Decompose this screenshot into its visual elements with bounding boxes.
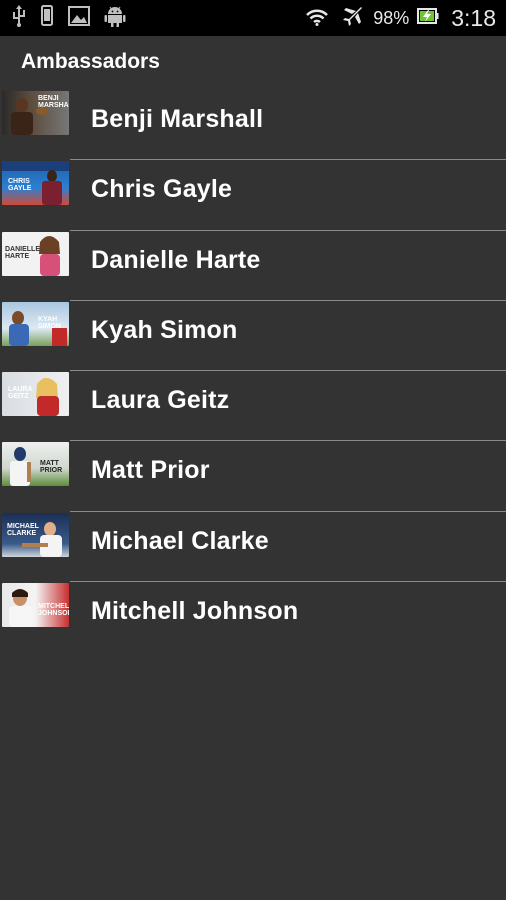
list-item[interactable]: CHRIS GAYLE Chris Gayle [0, 160, 506, 231]
ambassador-thumbnail: BENJI MARSHALL [2, 91, 69, 135]
list-item[interactable]: BENJI MARSHALL Benji Marshall [0, 90, 506, 161]
ambassador-thumbnail: CHRIS GAYLE [2, 161, 69, 206]
system-icons: 98% 3:18 [305, 4, 496, 32]
ambassador-thumbnail: MITCHELL JOHNSON [2, 583, 69, 628]
ambassador-name: Kyah Simon [91, 315, 238, 344]
list-item[interactable]: LAURA GEITZ Laura Geitz [0, 371, 506, 442]
airplane-icon [341, 5, 363, 32]
gallery-icon [68, 5, 90, 31]
battery-percent: 98% [373, 7, 410, 28]
ambassador-thumbnail: LAURA GEITZ [2, 372, 69, 417]
phone-icon [40, 4, 54, 32]
clock: 3:18 [451, 4, 496, 31]
list-item[interactable]: MATT PRIOR Matt Prior [0, 441, 506, 512]
ambassador-name: Mitchell Johnson [91, 597, 299, 626]
notification-icons [12, 4, 140, 32]
list-item[interactable]: KYAH SIMON Kyah Simon [0, 301, 506, 372]
ambassador-name: Benji Marshall [91, 105, 264, 133]
ambassador-thumbnail: MATT PRIOR [2, 442, 69, 487]
ambassador-name: Matt Prior [91, 456, 210, 485]
status-bar: 98% 3:18 [0, 0, 506, 36]
android-icon [104, 5, 126, 32]
usb-icon [12, 4, 26, 32]
list-item[interactable]: MICHAEL CLARKE Michael Clarke [0, 512, 506, 583]
list-item[interactable]: MITCHELL JOHNSON Mitchell Johnson [0, 582, 506, 652]
ambassador-name: Laura Geitz [91, 386, 230, 415]
ambassador-thumbnail: KYAH SIMON [2, 301, 69, 346]
ambassador-thumbnail: DANIELLE HARTE [2, 231, 69, 276]
ambassador-name: Michael Clarke [91, 526, 269, 555]
ambassador-list: BENJI MARSHALL Benji Marshall CHRIS GAYL… [0, 90, 506, 652]
page-title: Ambassadors [21, 50, 160, 73]
page-header: Ambassadors [0, 36, 506, 90]
ambassador-name: Chris Gayle [91, 175, 233, 204]
ambassador-name: Danielle Harte [91, 245, 261, 274]
list-item[interactable]: DANIELLE HARTE Danielle Harte [0, 231, 506, 301]
wifi-icon [305, 6, 329, 31]
battery-icon [417, 7, 439, 30]
ambassador-thumbnail: MICHAEL CLARKE [2, 512, 69, 557]
